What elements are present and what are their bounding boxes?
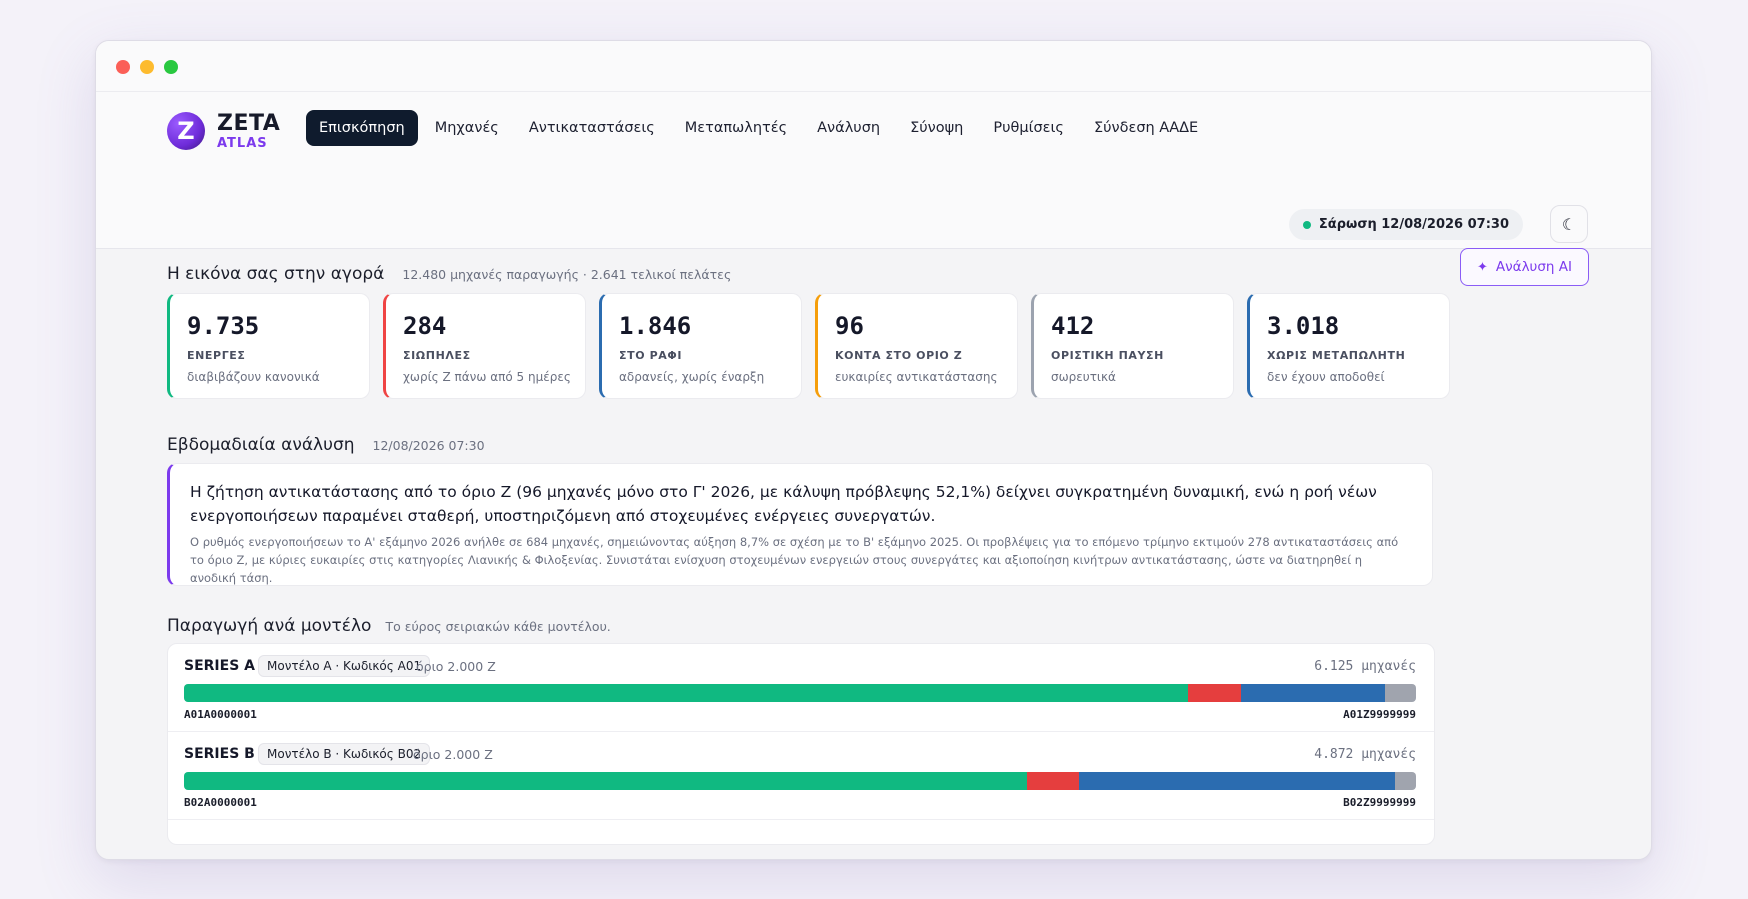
kpi-value: 3.018 — [1267, 312, 1340, 340]
kpi-card-near-limit[interactable]: 96 ΚΟΝΤΑ ΣΤΟ ΟΡΙΟ Ζ ευκαιρίες αντικατάστ… — [815, 293, 1018, 399]
kpi-description: χωρίς Ζ πάνω από 5 ημέρες — [403, 370, 571, 384]
serial-end: B02Z9999999 — [1343, 796, 1416, 809]
insight-detail: Ο ρυθμός ενεργοποιήσεων το Α' εξάμηνο 20… — [190, 535, 1399, 585]
kpi-label: ΟΡΙΣΤΙΚΗ ΠΑΥΣΗ — [1051, 349, 1164, 362]
bar-segment-shelf — [1079, 772, 1396, 790]
kpi-card-terminated[interactable]: 412 ΟΡΙΣΤΙΚΗ ΠΑΥΣΗ σωρευτικά — [1031, 293, 1234, 399]
main-nav: Επισκόπηση Μηχανές Αντικαταστάσεις Μεταπ… — [306, 110, 1215, 146]
kpi-label: ΚΟΝΤΑ ΣΤΟ ΟΡΙΟ Ζ — [835, 349, 963, 362]
title-bar — [96, 41, 1651, 92]
maximize-window-button[interactable] — [164, 60, 178, 74]
insight-headline: Η ζήτηση αντικατάστασης από το όριο Ζ (9… — [190, 483, 1377, 525]
market-title: Η εικόνα σας στην αγορά — [167, 264, 385, 284]
sparkle-icon: ✦ — [1476, 259, 1488, 275]
nav-tab-overview[interactable]: Επισκόπηση — [306, 110, 418, 146]
model-row[interactable]: SERIES B Μοντέλο Β · Κωδικός Β02 όριο 2.… — [168, 732, 1434, 820]
weekly-section-header: Εβδομαδιαία ανάλυση 12/08/2026 07:30 — [167, 435, 485, 455]
moon-icon: ☾ — [1561, 214, 1577, 234]
nav-tab-aade-connect[interactable]: Σύνδεση ΑΑΔΕ — [1081, 110, 1211, 146]
production-title: Παραγωγή ανά μοντέλο — [167, 616, 372, 636]
model-limit: όριο 2.000 Ζ — [416, 659, 496, 674]
kpi-value: 9.735 — [187, 312, 260, 340]
serial-start: A01A0000001 — [184, 708, 257, 721]
bar-segment-silent — [1188, 684, 1242, 702]
weekly-timestamp: 12/08/2026 07:30 — [372, 437, 485, 453]
production-section-header: Παραγωγή ανά μοντέλο Το εύρος σειριακών … — [167, 616, 611, 636]
weekly-insight-card: Η ζήτηση αντικατάστασης από το όριο Ζ (9… — [167, 463, 1433, 586]
nav-tab-resellers[interactable]: Μεταπωλητές — [672, 110, 800, 146]
model-row[interactable]: SERIES A Μοντέλο Α · Κωδικός Α01 όριο 2.… — [168, 644, 1434, 732]
status-dot-icon — [1302, 220, 1311, 229]
logo-icon: Z — [167, 112, 205, 150]
nav-tab-settings[interactable]: Ρυθμίσεις — [980, 110, 1077, 146]
nav-tab-summary[interactable]: Σύνοψη — [897, 110, 976, 146]
kpi-label: ΕΝΕΡΓΕΣ — [187, 349, 246, 362]
bar-segment-shelf — [1241, 684, 1386, 702]
model-name: SERIES B — [184, 746, 255, 762]
ai-analysis-label: Ανάλυση AI — [1495, 259, 1572, 275]
theme-toggle-button[interactable]: ☾ — [1550, 205, 1588, 243]
model-name: SERIES A — [184, 658, 255, 674]
kpi-value: 1.846 — [619, 312, 692, 340]
production-list: SERIES A Μοντέλο Α · Κωδικός Α01 όριο 2.… — [167, 643, 1435, 845]
bar-segment-terminated — [1395, 772, 1416, 790]
serial-range-bar — [184, 772, 1416, 790]
bar-segment-active — [184, 772, 1027, 790]
kpi-cards: 9.735 ΕΝΕΡΓΕΣ διαβιβάζουν κανονικά 284 Σ… — [167, 293, 1450, 399]
brand-name: ZETA — [217, 110, 281, 136]
kpi-description: δεν έχουν αποδοθεί — [1267, 370, 1385, 384]
production-meta: Το εύρος σειριακών κάθε μοντέλου. — [385, 618, 611, 634]
nav-tab-machines[interactable]: Μηχανές — [422, 110, 512, 146]
model-tag: Μοντέλο Β · Κωδικός Β02 — [258, 743, 431, 765]
app-window: Z ZETA ATLAS Επισκόπηση Μηχανές Αντικατα… — [95, 40, 1652, 860]
serial-end: A01Z9999999 — [1343, 708, 1416, 721]
nav-tab-analysis[interactable]: Ανάλυση — [804, 110, 893, 146]
bar-segment-silent — [1026, 772, 1080, 790]
kpi-label: ΣΙΩΠΗΛΕΣ — [403, 349, 471, 362]
kpi-value: 284 — [403, 312, 447, 340]
kpi-description: διαβιβάζουν κανονικά — [187, 370, 320, 384]
model-count: 4.872 μηχανές — [1314, 747, 1416, 762]
kpi-card-active[interactable]: 9.735 ΕΝΕΡΓΕΣ διαβιβάζουν κανονικά — [167, 293, 370, 399]
kpi-description: ευκαιρίες αντικατάστασης — [835, 370, 998, 384]
ai-analysis-button[interactable]: ✦ Ανάλυση AI — [1459, 248, 1589, 286]
minimize-window-button[interactable] — [140, 60, 154, 74]
brand-logo[interactable]: Z ZETA ATLAS — [167, 112, 280, 150]
serial-start: B02A0000001 — [184, 796, 257, 809]
model-tag: Μοντέλο Α · Κωδικός Α01 — [258, 655, 431, 677]
nav-tab-replacements[interactable]: Αντικαταστάσεις — [516, 110, 668, 146]
kpi-label: ΣΤΟ ΡΑΦΙ — [619, 349, 683, 362]
scan-status-badge: Σάρωση 12/08/2026 07:30 — [1288, 209, 1523, 240]
kpi-card-shelf[interactable]: 1.846 ΣΤΟ ΡΑΦΙ αδρανείς, χωρίς έναρξη — [599, 293, 802, 399]
kpi-description: σωρευτικά — [1051, 370, 1116, 384]
model-limit: όριο 2.000 Ζ — [413, 747, 493, 762]
kpi-value: 96 — [835, 312, 864, 340]
kpi-label: ΧΩΡΙΣ ΜΕΤΑΠΩΛΗΤΗ — [1267, 349, 1406, 362]
scan-status-text: Σάρωση 12/08/2026 07:30 — [1318, 217, 1509, 232]
weekly-title: Εβδομαδιαία ανάλυση — [167, 435, 355, 455]
model-count: 6.125 μηχανές — [1314, 659, 1416, 674]
bar-segment-terminated — [1385, 684, 1416, 702]
close-window-button[interactable] — [116, 60, 130, 74]
kpi-card-silent[interactable]: 284 ΣΙΩΠΗΛΕΣ χωρίς Ζ πάνω από 5 ημέρες — [383, 293, 586, 399]
market-section-header: Η εικόνα σας στην αγορά 12.480 μηχανές π… — [167, 264, 731, 284]
kpi-description: αδρανείς, χωρίς έναρξη — [619, 370, 765, 384]
market-meta: 12.480 μηχανές παραγωγής · 2.641 τελικοί… — [402, 266, 732, 282]
bar-segment-active — [184, 684, 1189, 702]
app-header: Z ZETA ATLAS Επισκόπηση Μηχανές Αντικατα… — [96, 92, 1651, 249]
kpi-card-no-reseller[interactable]: 3.018 ΧΩΡΙΣ ΜΕΤΑΠΩΛΗΤΗ δεν έχουν αποδοθε… — [1247, 293, 1450, 399]
brand-subtitle: ATLAS — [217, 135, 268, 151]
kpi-value: 412 — [1051, 312, 1095, 340]
serial-range-bar — [184, 684, 1416, 702]
